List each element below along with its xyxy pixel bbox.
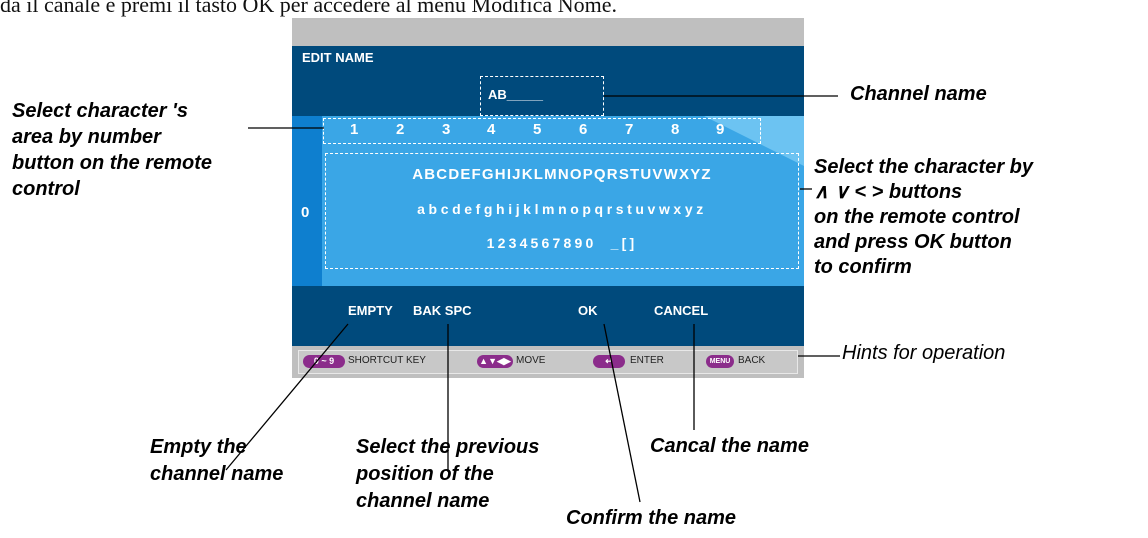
annotation-cancel: Cancal the name — [650, 435, 809, 457]
annotation-empty: Empty the channel name — [150, 436, 284, 485]
annotation-confirm: Confirm the name — [566, 507, 737, 529]
annotation-select-character: Select the character by ∧ ∨ < > buttons … — [814, 156, 1033, 278]
annotation-hints: Hints for operation — [842, 342, 1006, 364]
annotation-channel-name: Channel name — [850, 83, 987, 105]
annotation-previous-position: Select the previous position of the chan… — [356, 436, 540, 512]
annotation-select-area: Select character 's area by number butto… — [12, 100, 212, 200]
leader-confirm — [603, 323, 641, 503]
